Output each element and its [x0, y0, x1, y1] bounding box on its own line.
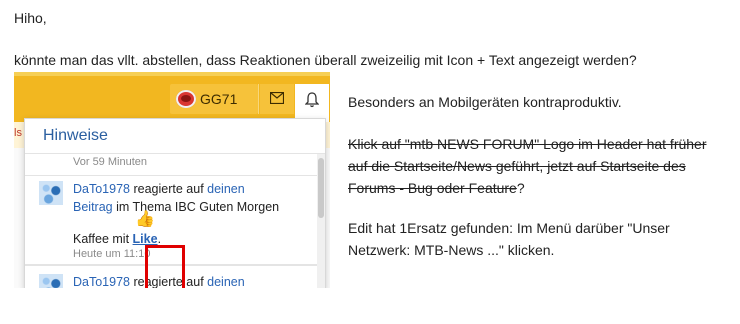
highlight-box	[145, 245, 185, 288]
next-user-link[interactable]: DaTo1978	[73, 275, 130, 288]
notification-line-1: DaTo1978 reagierte auf deinen	[73, 181, 245, 198]
panel-header-divider	[25, 153, 325, 154]
envelope-icon[interactable]	[260, 84, 294, 114]
struck-text: Forums - Bug oder Feature	[348, 180, 517, 196]
edit-line-2: Netzwerk: MTB-News ..." klicken.	[348, 242, 555, 258]
question-text: könnte man das vllt. abstellen, dass Rea…	[14, 52, 637, 68]
notifications-panel: Hinweise Vor 59 Minuten DaTo1978 reagier…	[24, 118, 326, 288]
panel-title: Hinweise	[43, 127, 108, 144]
post-link-part1[interactable]: deinen	[207, 182, 245, 196]
like-suffix: .	[157, 232, 162, 246]
notification-time: Heute um 11:10	[73, 248, 151, 260]
bell-icon[interactable]	[295, 84, 329, 122]
username-label: GG71	[200, 91, 238, 107]
action-text: reagierte auf	[133, 182, 204, 196]
item-divider	[25, 175, 325, 176]
mobile-remark: Besonders an Mobilgeräten kontraprodukti…	[348, 94, 622, 110]
next-post-link[interactable]: deinen	[207, 275, 245, 288]
post-link-part2[interactable]: Beitrag	[73, 200, 113, 214]
thumbs-up-icon: 👍	[135, 211, 155, 228]
struck-line-1: Klick auf "mtb NEWS FORUM" Logo im Heade…	[348, 136, 707, 152]
navbar-divider	[258, 84, 259, 114]
struck-line-2: auf die Startseite/News geführt, jetzt a…	[348, 158, 686, 174]
user-avatar-icon[interactable]	[39, 274, 63, 288]
user-avatar-icon[interactable]	[39, 181, 63, 205]
user-link[interactable]: DaTo1978	[73, 182, 130, 196]
scrollbar-thumb[interactable]	[318, 158, 324, 218]
greeting-text: Hiho,	[14, 10, 47, 26]
notification-line-2: Beitrag im Thema IBC Guten Morgen	[73, 199, 279, 216]
panel-scrollbar[interactable]	[317, 154, 325, 288]
edit-line-1: Edit hat 1Ersatz gefunden: Im Menü darüb…	[348, 220, 670, 236]
question-mark: ?	[516, 180, 525, 196]
avatar-icon	[176, 90, 196, 108]
like-link[interactable]: Like	[133, 232, 158, 246]
previous-item-time: Vor 59 Minuten	[73, 156, 147, 168]
sub-navbar-fragment: ls	[14, 127, 22, 139]
embedded-screenshot: ls GG71 Hinweise Vor 59 Minuten DaTo1978…	[14, 72, 330, 288]
struck-line-3: Forums - Bug oder Feature?	[348, 178, 525, 198]
pre-like-text: Kaffee mit	[73, 232, 130, 246]
account-button[interactable]: GG71	[170, 84, 258, 114]
